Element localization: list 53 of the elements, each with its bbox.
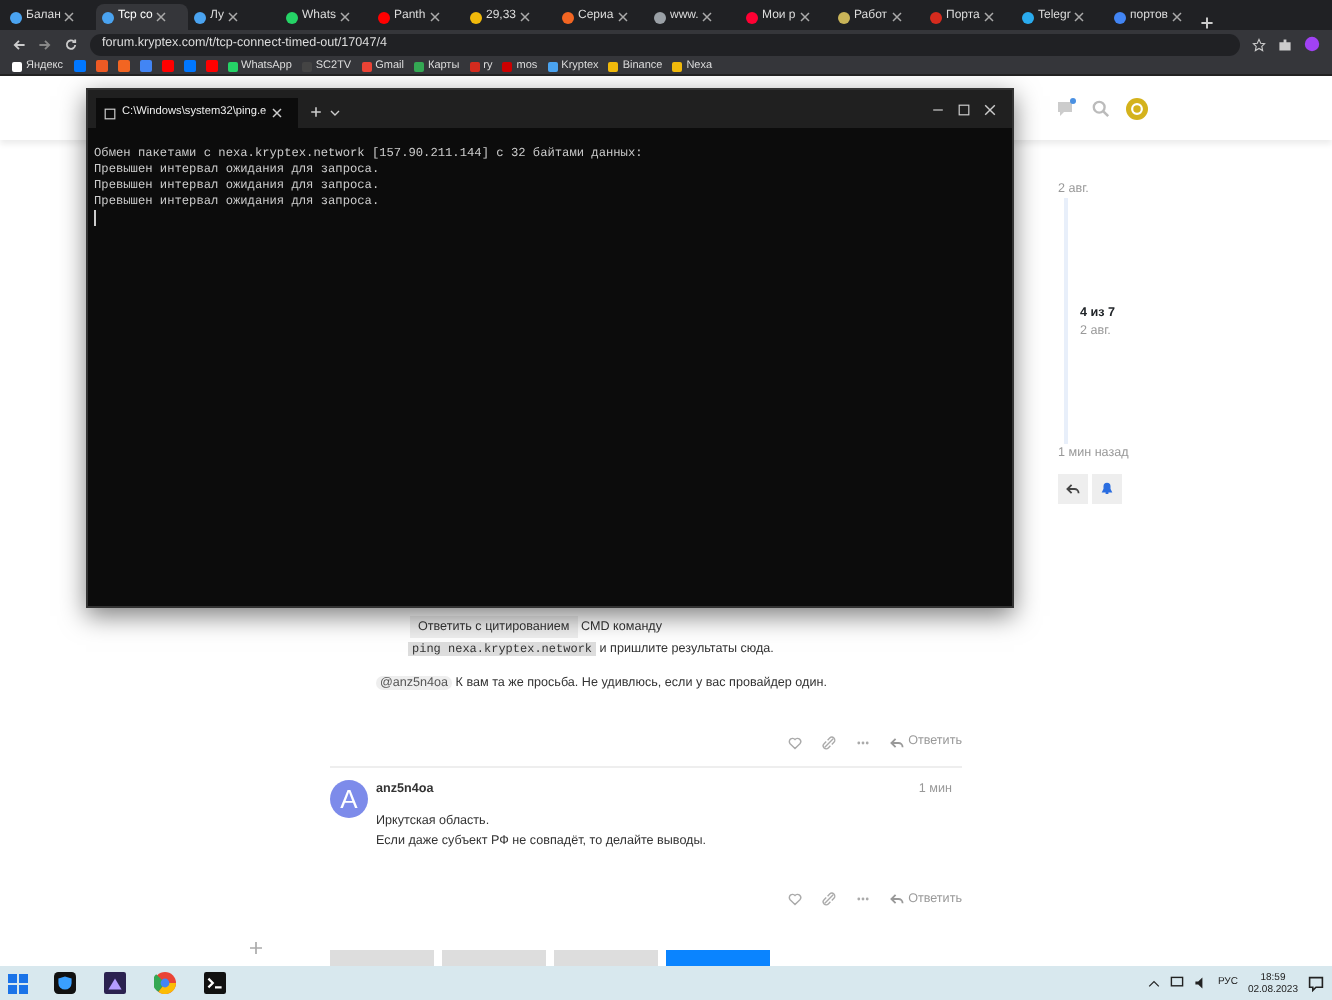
taskbar-app[interactable] <box>52 970 78 996</box>
minimize-icon[interactable] <box>932 104 944 116</box>
bookmark-icon[interactable] <box>205 60 217 72</box>
bookmark-icon[interactable] <box>183 60 195 72</box>
bell-icon <box>1099 481 1114 496</box>
new-tab-icon[interactable] <box>1200 16 1214 30</box>
bookmark-icon[interactable] <box>73 60 85 72</box>
reload-icon[interactable] <box>64 37 78 51</box>
close-icon[interactable] <box>340 12 351 22</box>
close-icon[interactable] <box>983 12 994 22</box>
start-icon[interactable] <box>8 973 28 993</box>
chat-icon[interactable] <box>1056 98 1076 118</box>
close-icon[interactable] <box>272 108 283 118</box>
maximize-icon[interactable] <box>958 104 970 116</box>
close-icon[interactable] <box>520 12 531 22</box>
network-icon[interactable] <box>1169 976 1184 990</box>
close-icon[interactable] <box>156 12 167 22</box>
close-icon[interactable] <box>429 12 440 22</box>
taskbar-app[interactable] <box>102 970 128 996</box>
volume-icon[interactable] <box>1193 976 1208 990</box>
notification-icon[interactable] <box>1308 975 1324 991</box>
terminal-icon <box>104 107 116 119</box>
star-icon[interactable] <box>1252 37 1266 51</box>
bookmark-icon[interactable] <box>139 60 151 72</box>
forward-icon[interactable] <box>38 37 52 51</box>
reply-icon <box>890 735 905 750</box>
close-icon[interactable] <box>1172 12 1182 22</box>
app-icon <box>104 972 126 994</box>
profile-icon[interactable] <box>1304 36 1320 52</box>
dropdown-icon[interactable] <box>330 108 340 118</box>
close-icon[interactable] <box>617 12 628 22</box>
close-icon[interactable] <box>228 12 239 22</box>
reply-button[interactable] <box>1058 473 1088 504</box>
close-icon[interactable] <box>64 12 75 22</box>
notification-button[interactable] <box>1091 473 1122 504</box>
close-icon[interactable] <box>891 12 902 22</box>
reply-icon <box>890 892 905 907</box>
close-icon[interactable] <box>799 12 810 22</box>
chevron-icon[interactable] <box>1147 977 1160 989</box>
bookmark-icon[interactable] <box>95 60 107 72</box>
bookmark-icon[interactable] <box>161 60 173 72</box>
close-icon[interactable] <box>984 104 996 116</box>
shield-icon <box>54 972 76 994</box>
taskbar-app[interactable] <box>202 970 228 996</box>
close-icon[interactable] <box>1074 12 1085 22</box>
bookmark-icon[interactable] <box>117 60 129 72</box>
browser-icon <box>154 972 176 994</box>
back-icon[interactable] <box>12 37 26 51</box>
terminal-icon <box>204 972 226 994</box>
close-icon[interactable] <box>702 12 713 22</box>
new-tab-icon[interactable] <box>310 106 322 118</box>
text-cursor <box>94 210 96 226</box>
reply-icon <box>1066 481 1080 496</box>
